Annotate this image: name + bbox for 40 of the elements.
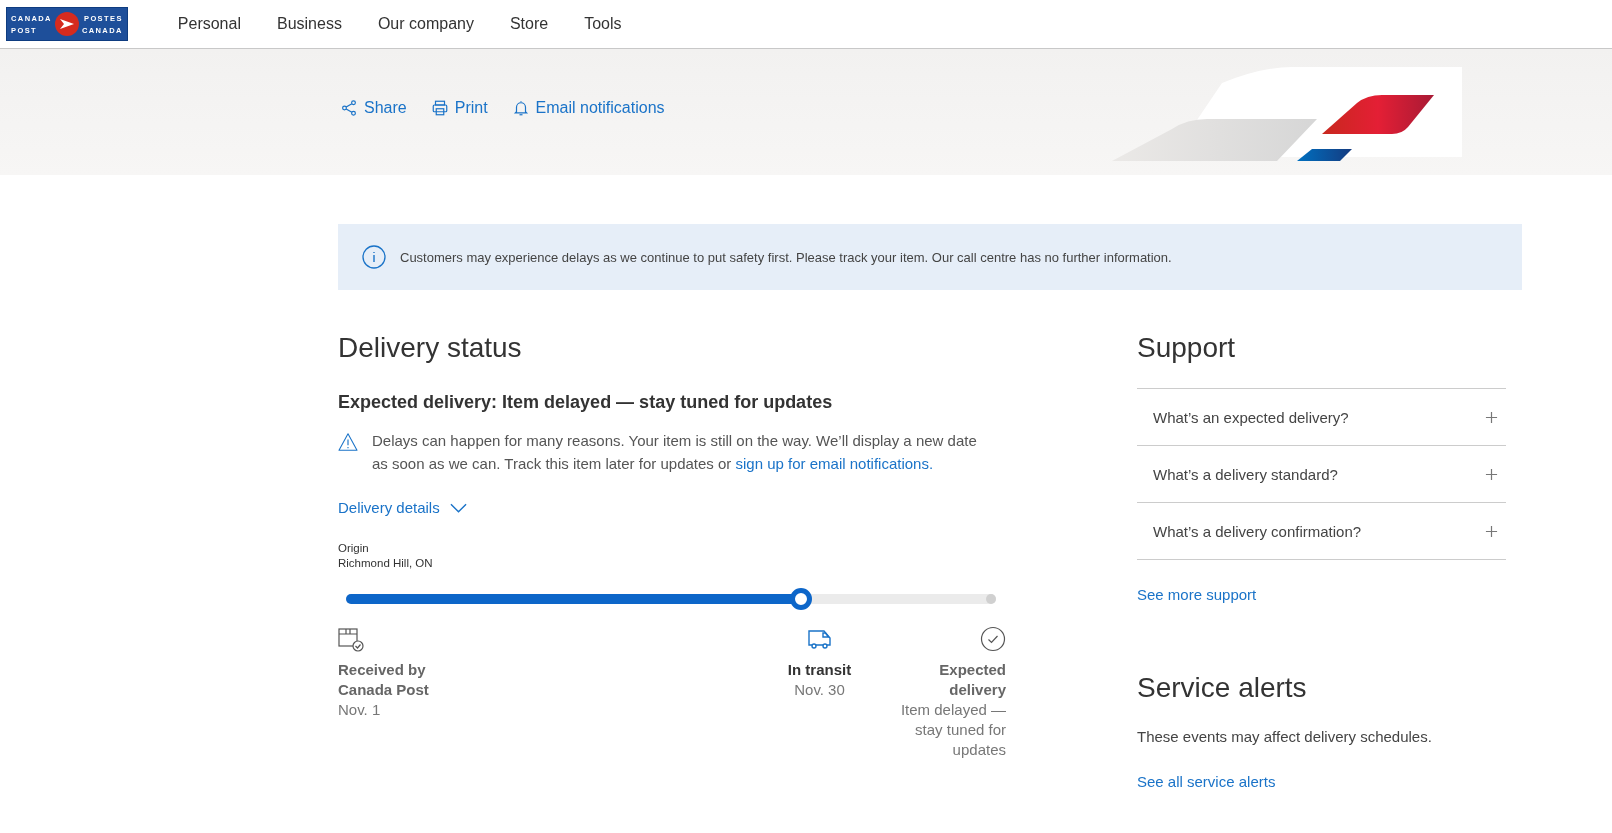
share-icon (340, 99, 358, 117)
faq-item[interactable]: What’s a delivery confirmation? (1137, 503, 1506, 560)
notice-text: Customers may experience delays as we continue to put safety first. Please track your item. Our call centre has no further information. (400, 249, 1172, 265)
delivery-details-toggle[interactable]: Delivery details (338, 499, 467, 516)
progress-end-dot (986, 594, 996, 604)
origin-location: Richmond Hill, ON (338, 556, 434, 571)
nav-link[interactable]: Personal (177, 15, 241, 33)
email-signup-link[interactable]: sign up for email notifications. (735, 455, 934, 472)
warning-icon (338, 433, 358, 451)
faq-item[interactable]: What’s a delivery standard? (1137, 446, 1506, 503)
section-title: Service alerts (1137, 672, 1308, 704)
print-icon (430, 99, 449, 117)
info-icon (362, 245, 386, 269)
section-title: Delivery status (338, 332, 523, 364)
step-date: Item delayed — stay tuned for updates (899, 700, 1006, 760)
nav-link[interactable]: Business (276, 15, 342, 33)
plus-icon (1485, 410, 1498, 424)
chevron-icon (449, 502, 467, 513)
print-link[interactable]: Print (430, 99, 488, 117)
step-title: Received by Canada Post (338, 660, 430, 700)
section-title: Support (1137, 332, 1237, 364)
step-title: Expected delivery (938, 660, 1006, 700)
plus-icon (1485, 467, 1498, 481)
bell-link[interactable]: Email notifications (511, 99, 665, 117)
step-title: In transit (787, 660, 852, 680)
step-date: Nov. 1 (338, 700, 382, 720)
service-alerts-link[interactable]: See all service alerts (1137, 773, 1276, 790)
nav-link[interactable]: Our company (377, 15, 474, 33)
share-link[interactable]: Share (340, 99, 407, 117)
faq-item[interactable]: What’s an expected delivery? (1137, 389, 1506, 446)
nav-link[interactable]: Tools (584, 15, 622, 33)
service-alerts-text: These events may affect delivery schedules. (1137, 728, 1433, 745)
nav-link[interactable]: Store (509, 15, 549, 33)
origin-label: Origin (338, 541, 370, 556)
plus-icon (1485, 524, 1498, 538)
warning-message: Delays can happen for many reasons. Your item is still on the way. We’ll display a new date as soon as we can. Track this item later for updates or sign up for email notifications. (372, 431, 978, 474)
step-date: Nov. 30 (794, 680, 845, 700)
bell-icon (511, 99, 530, 117)
see-more-support-link[interactable]: See more support (1137, 586, 1257, 603)
expected-delivery-heading: Expected delivery: Item delayed — stay tuned for updates (338, 392, 834, 413)
